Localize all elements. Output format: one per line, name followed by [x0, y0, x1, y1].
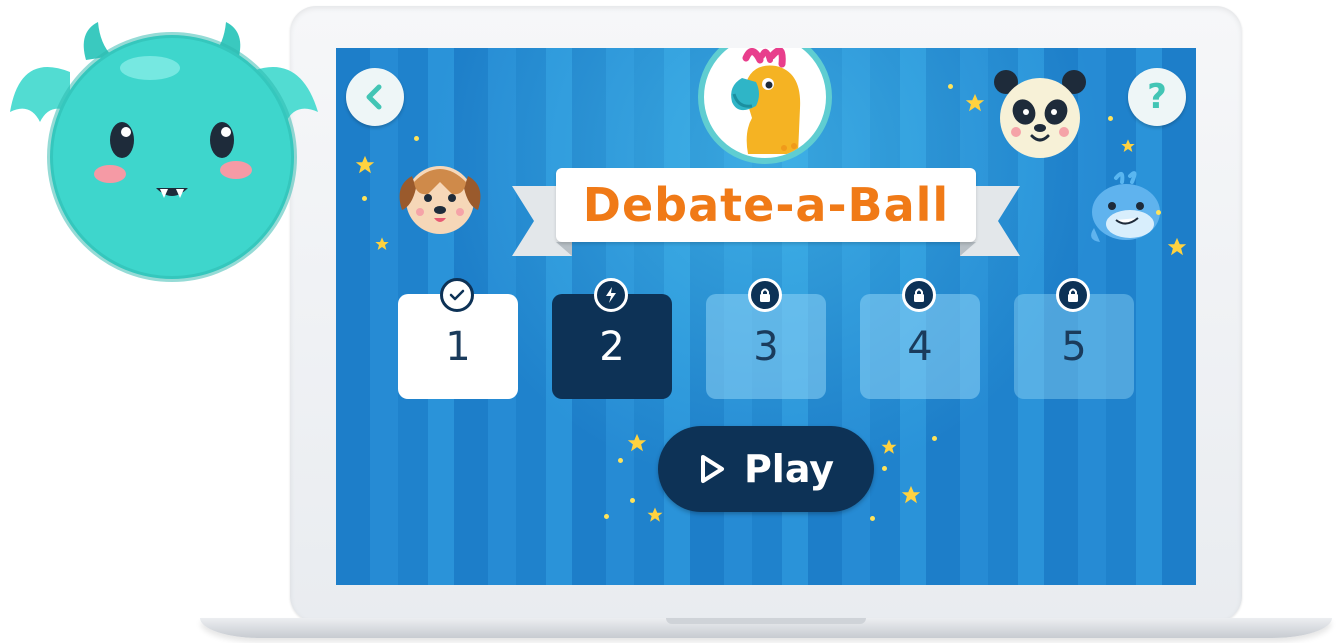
sparkle-dot: [932, 436, 937, 441]
monster-mascot-icon: [10, 22, 318, 282]
level-number: 4: [907, 323, 933, 370]
level-number: 1: [445, 323, 471, 370]
sparkle-dot: [882, 466, 887, 471]
sparkle-dot: [630, 498, 635, 503]
sparkle-dot: [948, 84, 953, 89]
level-badge: [748, 278, 782, 312]
play-icon: [700, 455, 724, 483]
level-tile-4[interactable]: 4: [860, 278, 980, 399]
level-tile-2[interactable]: 2: [552, 278, 672, 399]
play-label: Play: [743, 447, 835, 491]
level-badge: [594, 278, 628, 312]
chevron-left-icon: [366, 84, 382, 110]
whale-icon: [1091, 171, 1160, 242]
star-icon: [647, 507, 663, 522]
title-banner: Debate-a-Ball: [556, 168, 976, 242]
sparkle-dot: [1108, 116, 1113, 121]
star-icon: [1121, 139, 1135, 152]
level-tile-1[interactable]: 1: [398, 278, 518, 399]
dog-icon: [399, 166, 481, 234]
parrot-avatar: [698, 48, 832, 164]
game-screen: ? Debate-a-Ball 1 2 3 4 5 Play: [336, 48, 1196, 585]
level-tile-5[interactable]: 5: [1014, 278, 1134, 399]
lightning-icon: [606, 287, 616, 303]
sparkle-dot: [362, 196, 367, 201]
laptop-notch: [666, 618, 866, 624]
sparkle-dot: [870, 516, 875, 521]
lock-icon: [1068, 288, 1078, 302]
page-title: Debate-a-Ball: [582, 178, 950, 232]
star-icon: [965, 93, 985, 112]
level-number: 5: [1061, 323, 1087, 370]
star-icon: [901, 485, 921, 504]
level-badge: [440, 278, 474, 312]
star-icon: [1167, 237, 1187, 256]
sparkle-dot: [618, 458, 623, 463]
lock-icon: [760, 288, 770, 302]
check-icon: [449, 289, 465, 301]
star-icon: [627, 433, 647, 452]
star-icon: [355, 155, 375, 174]
question-mark-icon: ?: [1147, 77, 1167, 117]
level-badge: [902, 278, 936, 312]
sparkle-dot: [1156, 210, 1161, 215]
parrot-icon: [731, 48, 801, 154]
panda-icon: [994, 70, 1086, 158]
level-badge: [1056, 278, 1090, 312]
play-button[interactable]: Play: [658, 426, 874, 512]
level-number: 3: [753, 323, 779, 370]
level-tile-3[interactable]: 3: [706, 278, 826, 399]
sparkle-dot: [604, 514, 609, 519]
help-button[interactable]: ?: [1128, 68, 1186, 126]
level-number: 2: [599, 323, 625, 370]
sparkle-dot: [414, 136, 419, 141]
lock-icon: [914, 288, 924, 302]
back-button[interactable]: [346, 68, 404, 126]
star-icon: [375, 237, 389, 250]
star-icon: [881, 439, 897, 454]
